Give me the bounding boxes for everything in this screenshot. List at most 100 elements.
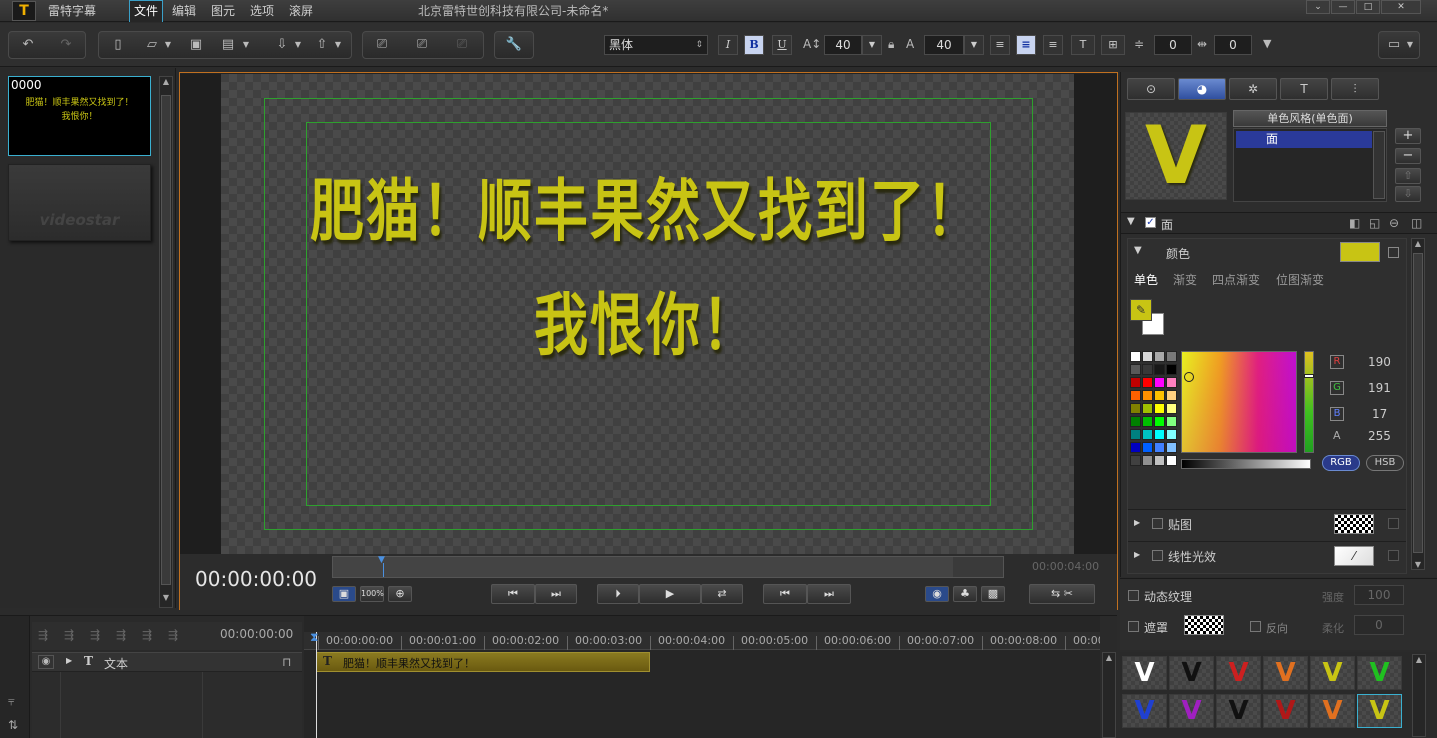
menu-element[interactable]: 图元 <box>211 0 235 22</box>
mask-preview[interactable] <box>1184 615 1224 635</box>
track-arrange-icon[interactable]: ⇅ <box>8 718 18 732</box>
text-clip[interactable]: T 肥猫！顺丰果然又找到了！ <box>316 652 650 672</box>
palette-swatch[interactable] <box>1154 429 1165 440</box>
tl-tool-6-icon[interactable]: ⇶ <box>168 628 178 642</box>
tab-text-icon[interactable]: T <box>1280 78 1328 100</box>
swatch-scrollbar[interactable]: ▲ <box>1412 654 1426 737</box>
palette-swatch[interactable] <box>1142 429 1153 440</box>
palette-swatch[interactable] <box>1130 416 1141 427</box>
rgb-mode-button[interactable]: RGB <box>1322 455 1360 471</box>
track-visibility-icon[interactable]: ◉ <box>38 655 54 669</box>
color-tab-bitmap[interactable]: 位图渐变 <box>1276 271 1324 288</box>
text-frame-icon[interactable]: ⊞ <box>1101 35 1125 55</box>
fit-view-icon[interactable]: ▣ <box>332 586 356 602</box>
color-tab-four-point[interactable]: 四点渐变 <box>1212 271 1260 288</box>
texture-checkbox[interactable] <box>1152 518 1163 529</box>
palette-swatch[interactable] <box>1166 351 1177 362</box>
move-down-icon[interactable]: ⇩ <box>1395 186 1421 202</box>
line-spacing-input[interactable]: 0 <box>1154 35 1192 55</box>
style-swatch[interactable]: V <box>1310 694 1355 728</box>
dynamic-texture-checkbox[interactable] <box>1128 590 1139 601</box>
color-channel-icon[interactable]: ◉ <box>925 586 949 602</box>
expand-texture-icon[interactable]: ▶ <box>1134 518 1140 527</box>
palette-swatch[interactable] <box>1154 455 1165 466</box>
hsb-mode-button[interactable]: HSB <box>1366 455 1404 471</box>
preset-palette[interactable] <box>1130 351 1180 469</box>
red-value[interactable]: 190 <box>1368 355 1391 369</box>
palette-swatch[interactable] <box>1130 390 1141 401</box>
palette-swatch[interactable] <box>1130 403 1141 414</box>
play-icon[interactable]: ▶ <box>639 584 701 604</box>
add-layer-icon[interactable]: + <box>1395 128 1421 144</box>
gloss-reset-box[interactable] <box>1388 550 1399 561</box>
palette-swatch[interactable] <box>1142 351 1153 362</box>
close-icon[interactable]: ✕ <box>1381 0 1421 14</box>
new-file-icon[interactable]: ▯ <box>107 35 129 55</box>
style-swatch[interactable]: V <box>1122 694 1167 728</box>
strength-input[interactable]: 100 <box>1354 585 1404 605</box>
editing-canvas[interactable]: 肥猫！顺丰果然又找到了！ 我恨你！ <box>221 74 1074 554</box>
style-swatch[interactable]: V <box>1310 656 1355 690</box>
palette-swatch[interactable] <box>1130 351 1141 362</box>
palette-swatch[interactable] <box>1142 377 1153 388</box>
minimize-icon[interactable]: — <box>1331 0 1355 14</box>
zoom-100-button[interactable]: 100% <box>360 586 384 602</box>
hue-slider[interactable] <box>1304 351 1314 453</box>
face-tool-2-icon[interactable]: ◱ <box>1369 216 1380 230</box>
color-tab-gradient[interactable]: 渐变 <box>1173 271 1197 288</box>
monitor-dropdown-icon[interactable]: ▼ <box>1405 35 1415 55</box>
text-box-icon[interactable]: T <box>1071 35 1095 55</box>
timeline-vscroll[interactable]: ▲ <box>1102 652 1116 738</box>
wrench-icon[interactable]: 🔧 <box>503 35 525 55</box>
tab-effects-icon[interactable]: ✲ <box>1229 78 1277 100</box>
clapper-icon[interactable]: ⎚ <box>371 35 393 55</box>
scroll-down-icon[interactable]: ▼ <box>160 593 172 607</box>
next-frame-icon[interactable]: ⏭ <box>535 584 577 604</box>
thumbnail-scrollbar[interactable]: ▲ ▼ <box>159 76 173 608</box>
char-width-dropdown-icon[interactable]: ▼ <box>964 35 984 55</box>
playhead-handle-icon[interactable]: ⧗ <box>310 630 324 644</box>
face-tool-1-icon[interactable]: ◧ <box>1349 216 1360 230</box>
alpha-value[interactable]: 255 <box>1368 429 1391 443</box>
background-view-icon[interactable]: ▩ <box>981 586 1005 602</box>
property-scrollbar[interactable]: ▲ ▼ <box>1411 238 1425 570</box>
underline-button[interactable]: U <box>772 35 792 55</box>
clapper-remove-icon[interactable]: ⎚ <box>451 35 473 55</box>
palette-swatch[interactable] <box>1142 455 1153 466</box>
import-icon[interactable]: ⇩ <box>271 35 293 55</box>
palette-swatch[interactable] <box>1142 442 1153 453</box>
palette-swatch[interactable] <box>1142 403 1153 414</box>
track-lock-icon[interactable]: ⊓ <box>282 655 291 669</box>
more-dropdown-icon[interactable]: ▼ <box>1263 37 1271 50</box>
char-width-input[interactable]: 40 <box>924 35 964 55</box>
face-enabled-checkbox[interactable]: ✓ <box>1145 217 1156 228</box>
palette-swatch[interactable] <box>1154 351 1165 362</box>
palette-swatch[interactable] <box>1142 390 1153 401</box>
export-icon[interactable]: ⇧ <box>311 35 333 55</box>
align-left-icon[interactable]: ≡ <box>990 35 1010 55</box>
clapper-add-icon[interactable]: ⎚ <box>411 35 433 55</box>
layer-item-face[interactable]: 面 <box>1236 131 1372 148</box>
style-swatch[interactable]: V <box>1216 656 1261 690</box>
monitor-icon[interactable]: ▭ <box>1383 35 1405 55</box>
sync-tools-icon[interactable]: ⇆ ✂ <box>1029 584 1095 604</box>
blue-value[interactable]: 17 <box>1372 407 1387 421</box>
loop-icon[interactable]: ⇄ <box>701 584 743 604</box>
save-as-icon[interactable]: ▤ <box>217 35 239 55</box>
palette-swatch[interactable] <box>1130 455 1141 466</box>
expand-gloss-icon[interactable]: ▶ <box>1134 550 1140 559</box>
collapse-icon[interactable]: ⌄ <box>1306 0 1330 14</box>
prop-scroll-down-icon[interactable]: ▼ <box>1412 560 1424 569</box>
track-expand-icon[interactable]: ▶ <box>66 656 72 665</box>
tl-tool-2-icon[interactable]: ⇶ <box>64 628 74 642</box>
timeline-track-area[interactable]: 00:00:00:00 00:00:01:00 00:00:02:00 00:00:0… <box>304 616 1100 738</box>
palette-swatch[interactable] <box>1166 390 1177 401</box>
go-start-icon[interactable]: ⏮ <box>763 584 807 604</box>
layer-list-scrollbar[interactable] <box>1373 131 1385 199</box>
palette-swatch[interactable] <box>1166 364 1177 375</box>
face-tool-4-icon[interactable]: ◫ <box>1411 216 1422 230</box>
prop-scroll-up-icon[interactable]: ▲ <box>1412 239 1424 248</box>
timeline-scroll-up-icon[interactable]: ▲ <box>1103 653 1115 662</box>
style-swatch[interactable]: V <box>1263 656 1308 690</box>
soften-input[interactable]: 0 <box>1354 615 1404 635</box>
